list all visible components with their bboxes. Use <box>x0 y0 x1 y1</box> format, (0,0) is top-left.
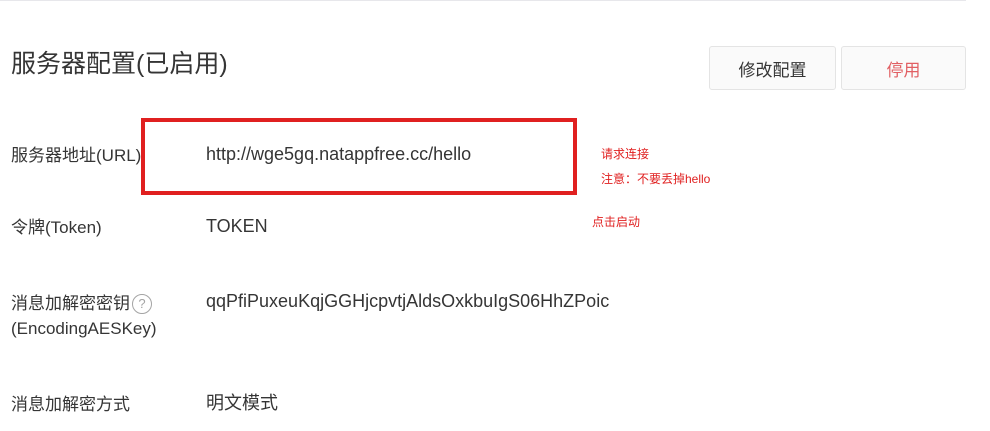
encryption-mode-label: 消息加解密方式 <box>11 395 130 414</box>
url-label: 服务器地址(URL) <box>11 146 142 165</box>
help-icon[interactable]: ? <box>132 294 152 314</box>
encryption-mode-value: 明文模式 <box>206 393 278 413</box>
aeskey-label-line1: 消息加解密密钥 <box>11 294 130 313</box>
url-annotation-request: 请求连接 <box>601 147 650 161</box>
top-divider <box>0 0 966 1</box>
url-annotation-warning: 注意：不要丢掉hello <box>601 172 711 186</box>
token-label: 令牌(Token) <box>11 218 102 237</box>
aeskey-value: qqPfiPuxeuKqjGGHjcpvtjAldsOxkbuIgS06HhZP… <box>206 291 610 311</box>
aeskey-label: 消息加解密密钥? (EncodingAESKey) <box>11 291 157 341</box>
page-title: 服务器配置(已启用) <box>11 50 228 78</box>
token-annotation: 点击启动 <box>592 215 641 229</box>
url-highlight-box <box>141 118 577 195</box>
token-value: TOKEN <box>206 216 268 236</box>
disable-button[interactable]: 停用 <box>841 46 966 90</box>
edit-config-button[interactable]: 修改配置 <box>709 46 836 90</box>
aeskey-label-line2: (EncodingAESKey) <box>11 319 157 338</box>
